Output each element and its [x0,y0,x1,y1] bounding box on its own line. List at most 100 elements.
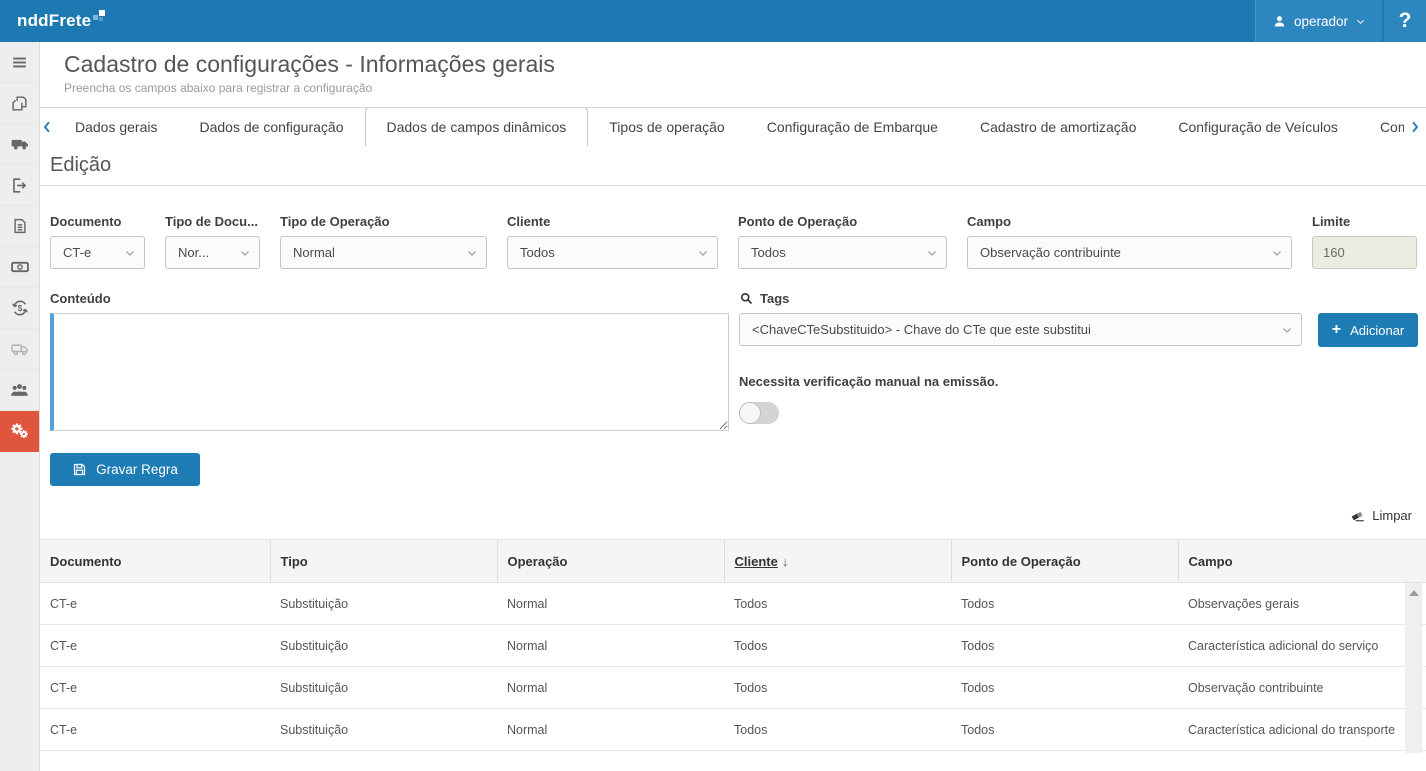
section-head: Edição [40,154,1426,186]
sidebar: $ [0,42,40,771]
cell-cliente: Todos [724,667,951,709]
tipo-documento-value: Nor... [178,245,209,260]
table-scrollbar[interactable] [1405,583,1422,753]
user-label: operador [1294,14,1348,29]
table-row[interactable]: CT-e Substituição Normal Todos Todos Car… [40,625,1426,667]
column-header-operacao[interactable]: Operação [497,540,724,583]
column-header-ponto-de-operacao[interactable]: Ponto de Operação [951,540,1178,583]
cell-documento: CT-e [40,709,270,751]
tab-dados-de-configuracao[interactable]: Dados de configuração [179,108,365,146]
cell-cliente: Todos [724,625,951,667]
field-tipo-documento: Tipo de Docu... Nor... [165,214,260,269]
limpar-row: Limpar [50,508,1418,523]
cell-ponto-de-operacao: Todos [951,709,1178,751]
verificacao-toggle[interactable] [739,402,779,424]
cell-campo: Característica adicional do transporte [1178,709,1426,751]
sidebar-item-fleet[interactable] [0,124,39,165]
svg-text:$: $ [17,304,22,313]
documento-select[interactable]: CT-e [50,236,145,269]
user-menu[interactable]: operador [1256,0,1382,42]
ponto-operacao-value: Todos [751,245,786,260]
cliente-select[interactable]: Todos [507,236,718,269]
sidebar-item-billing[interactable] [0,247,39,288]
ndd-logo-mark-icon [93,10,106,23]
adicionar-button[interactable]: + Adicionar [1318,313,1418,347]
gravar-regra-button[interactable]: Gravar Regra [50,453,200,486]
cliente-value: Todos [520,245,555,260]
table-row[interactable]: CT-e Substituição Normal Todos Todos Obs… [40,583,1426,625]
help-button[interactable]: ? [1384,0,1426,42]
cell-ponto-de-operacao: Todos [951,625,1178,667]
scroll-up-icon [1409,590,1419,596]
limite-label: Limite [1312,214,1417,229]
sidebar-item-users[interactable] [0,370,39,411]
table-header-row: Documento Tipo Operação Cliente↓ Ponto d… [40,540,1426,583]
delivery-truck-icon [10,339,30,359]
sidebar-item-settings[interactable] [0,411,39,452]
tags-select[interactable]: <ChaveCTeSubstituido> - Chave do CTe que… [739,313,1302,346]
topbar-spacer [106,0,1255,42]
column-header-campo[interactable]: Campo [1178,540,1426,583]
tab-cadastro-de-amortizacao[interactable]: Cadastro de amortização [959,108,1157,146]
field-limite: Limite [1312,214,1417,269]
ponto-operacao-select[interactable]: Todos [738,236,947,269]
conteudo-textarea[interactable] [50,313,729,431]
table-row[interactable]: CT-e Substituição Normal Todos Todos Car… [40,709,1426,751]
user-icon [1272,14,1287,29]
tags-label: Tags [760,291,789,306]
limite-input[interactable] [1312,236,1417,269]
users-icon [9,380,30,401]
campo-label: Campo [967,214,1292,229]
column-header-cliente[interactable]: Cliente↓ [724,540,951,583]
tab-dados-gerais[interactable]: Dados gerais [54,108,179,146]
sidebar-item-finance[interactable]: $ [0,288,39,329]
page-subtitle: Preencha os campos abaixo para registrar… [64,81,1410,95]
adicionar-label: Adicionar [1350,323,1404,338]
cell-documento: CT-e [40,583,270,625]
tags-row: <ChaveCTeSubstituido> - Chave do CTe que… [739,313,1418,347]
gravar-regra-label: Gravar Regra [96,462,178,477]
tab-dados-de-campos-dinamicos[interactable]: Dados de campos dinâmicos [365,107,589,146]
tipo-operacao-select[interactable]: Normal [280,236,487,269]
tab-configuracao-de-veiculos[interactable]: Configuração de Veículos [1157,108,1359,146]
tab-tipos-de-operacao[interactable]: Tipos de operação [588,108,745,146]
gears-icon [9,421,30,442]
menu-icon [10,53,29,72]
tab-configuracao-de-embarque[interactable]: Configuração de Embarque [746,108,959,146]
banknote-icon [10,257,30,277]
tipo-operacao-value: Normal [293,245,335,260]
currency-sync-icon: $ [10,298,30,318]
sidebar-item-export[interactable] [0,165,39,206]
cell-campo: Observação contribuinte [1178,667,1426,709]
field-tipo-operacao: Tipo de Operação Normal [280,214,487,269]
ponto-operacao-label: Ponto de Operação [738,214,947,229]
cell-ponto-de-operacao: Todos [951,583,1178,625]
page-title: Cadastro de configurações - Informações … [64,51,1410,78]
campo-select[interactable]: Observação contribuinte [967,236,1292,269]
plus-icon: + [1332,322,1341,338]
field-cliente: Cliente Todos [507,214,718,269]
app-logo: nddFrete [0,0,106,42]
tabs-scroll-right-button[interactable] [1404,108,1426,146]
sidebar-item-menu[interactable] [0,42,39,83]
column-header-tipo[interactable]: Tipo [270,540,497,583]
documento-label: Documento [50,214,145,229]
limpar-button[interactable]: Limpar [1350,508,1412,523]
help-label: ? [1399,9,1412,33]
tabs-scroll-left-button[interactable] [40,108,54,146]
column-header-documento[interactable]: Documento [40,540,270,583]
sidebar-item-documents[interactable] [0,83,39,124]
tipo-documento-select[interactable]: Nor... [165,236,260,269]
chevron-down-icon [925,246,939,260]
cell-tipo: Substituição [270,583,497,625]
table-row[interactable]: CT-e Substituição Normal Todos Todos Obs… [40,667,1426,709]
tipo-documento-label: Tipo de Docu... [165,214,260,229]
second-row: Conteúdo Tags <ChaveCTeSub [50,291,1418,436]
sidebar-item-report[interactable] [0,206,39,247]
search-icon [739,291,754,306]
cell-campo: Observações gerais [1178,583,1426,625]
cell-operacao: Normal [497,709,724,751]
sidebar-item-delivery[interactable] [0,329,39,370]
edit-section: Edição Documento CT-e Tipo de Docu... No… [40,154,1426,751]
chevron-down-icon [123,246,137,260]
